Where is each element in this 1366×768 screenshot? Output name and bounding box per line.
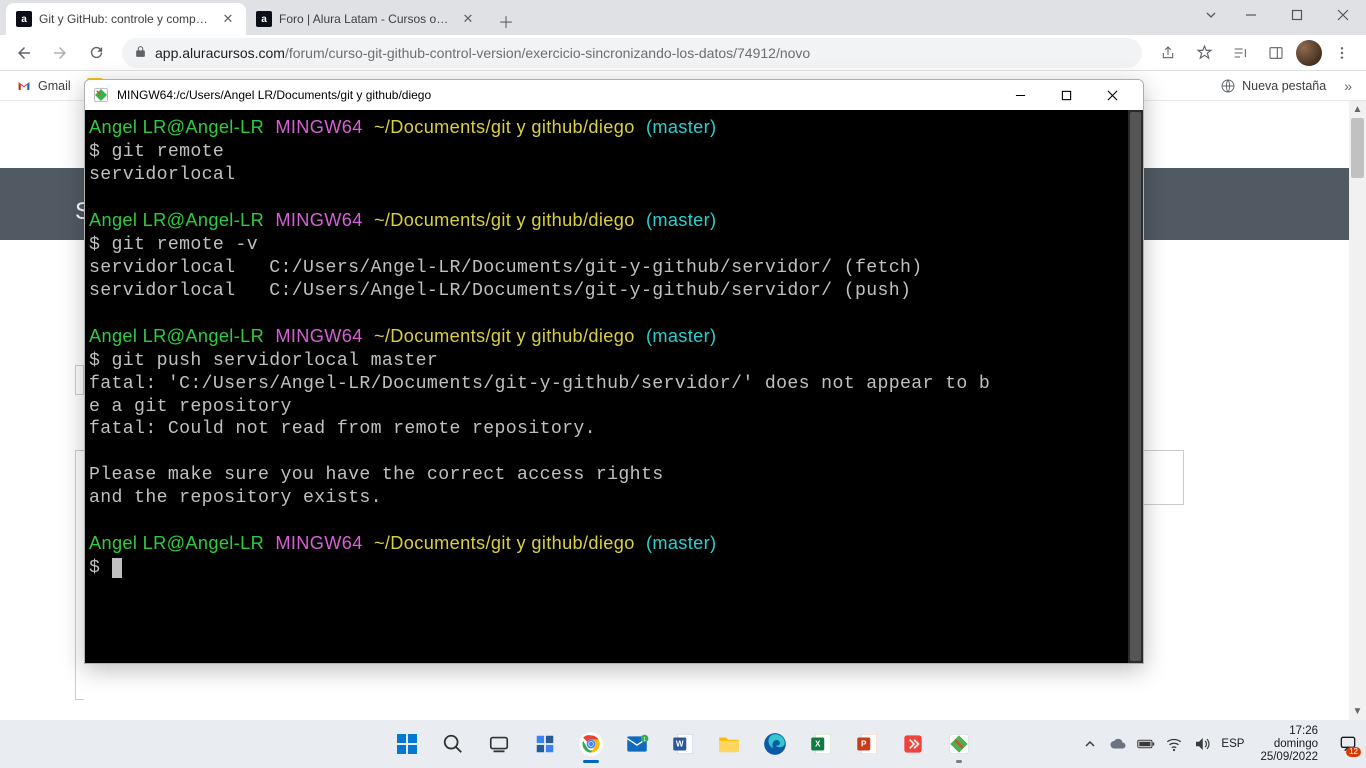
scroll-up-icon[interactable]: ▲ [1349,101,1366,118]
clock-day: domingo [1274,738,1318,751]
clock-date: 25/09/2022 [1260,751,1318,764]
taskbar-center: 1 W X P [386,720,980,768]
bookmark-label: Nueva pestaña [1242,79,1326,93]
chevron-right-icon: » [1344,78,1352,94]
favicon: a [16,11,32,27]
share-icon[interactable] [1152,37,1184,69]
svg-text:X: X [815,740,821,749]
taskbar: 1 W X P ESP 17:26 domingo [0,720,1366,768]
tab-title: Git y GitHub: controle y comparta [39,12,213,26]
reading-list-icon[interactable] [1224,37,1256,69]
notifications-button[interactable]: 12 [1334,730,1362,758]
git-bash-taskbar-icon[interactable] [938,723,980,765]
scroll-down-icon[interactable]: ▼ [1349,703,1366,720]
tab-2[interactable]: a Foro | Alura Latam - Cursos online ✕ [246,3,486,35]
window-controls [1194,0,1366,30]
terminal-scroll-thumb[interactable] [1130,112,1141,661]
gmail-icon [16,78,32,94]
terminal-maximize-button[interactable] [1043,80,1089,110]
search-button[interactable] [432,723,474,765]
page-fragment [75,450,84,700]
bookmarks-overflow[interactable]: » [1338,75,1358,97]
anydesk-taskbar-icon[interactable] [892,723,934,765]
chrome-taskbar-icon[interactable] [570,723,612,765]
excel-taskbar-icon[interactable]: X [800,723,842,765]
lock-icon [134,45,147,61]
side-panel-icon[interactable] [1260,37,1292,69]
bookmark-gmail[interactable]: Gmail [8,75,79,97]
terminal-title: MINGW64:/c/Users/Angel LR/Documents/git … [117,88,989,102]
tab-1[interactable]: a Git y GitHub: controle y comparta ✕ [6,3,246,35]
volume-icon[interactable] [1193,735,1211,753]
reload-button[interactable] [80,37,112,69]
task-view-button[interactable] [478,723,520,765]
url-text: app.aluracursos.com/forum/curso-git-gith… [155,45,1130,61]
tab-strip: a Git y GitHub: controle y comparta ✕ a … [0,0,1366,35]
start-button[interactable] [386,723,428,765]
clock[interactable]: 17:26 domingo 25/09/2022 [1260,725,1318,764]
svg-text:P: P [861,740,867,749]
tab-overflow-icon[interactable] [1194,0,1228,30]
edge-taskbar-icon[interactable] [754,723,796,765]
favicon: a [256,11,272,27]
browser-chrome: a Git y GitHub: controle y comparta ✕ a … [0,0,1366,71]
terminal-scrollbar[interactable] [1128,110,1143,663]
forward-button[interactable] [44,37,76,69]
address-bar: app.aluracursos.com/forum/curso-git-gith… [0,35,1366,71]
new-tab-button[interactable]: ＋ [492,7,520,35]
page-scrollbar[interactable]: ▲ ▼ [1349,101,1366,720]
globe-icon [1220,78,1236,94]
maximize-button[interactable] [1274,0,1320,30]
bookmark-label: Gmail [38,79,71,93]
powerpoint-taskbar-icon[interactable]: P [846,723,888,765]
close-button[interactable] [1320,0,1366,30]
onedrive-icon[interactable] [1109,735,1127,753]
minimize-button[interactable] [1228,0,1274,30]
terminal-window: MINGW64:/c/Users/Angel LR/Documents/git … [84,79,1144,664]
bookmark-new-tab[interactable]: Nueva pestaña [1212,75,1334,97]
page-fragment [1144,450,1184,505]
terminal-titlebar[interactable]: MINGW64:/c/Users/Angel LR/Documents/git … [85,80,1143,110]
svg-text:1: 1 [643,737,646,743]
page-fragment [75,365,84,395]
kebab-menu-icon[interactable] [1326,37,1358,69]
terminal-body[interactable]: Angel LR@Angel-LR MINGW64 ~/Documents/gi… [85,110,1143,663]
battery-icon[interactable] [1137,735,1155,753]
notification-badge: 12 [1346,747,1361,757]
scroll-thumb[interactable] [1351,118,1364,178]
widgets-button[interactable] [524,723,566,765]
terminal-close-button[interactable] [1089,80,1135,110]
tab-close-icon[interactable]: ✕ [220,11,236,27]
terminal-output: Angel LR@Angel-LR MINGW64 ~/Documents/gi… [85,110,1128,663]
system-tray: ESP 17:26 domingo 25/09/2022 12 [1081,720,1362,768]
back-button[interactable] [8,37,40,69]
terminal-window-controls [997,80,1135,110]
tray-overflow-icon[interactable] [1081,735,1099,753]
language-indicator[interactable]: ESP [1221,738,1244,750]
clock-time: 17:26 [1289,725,1318,738]
file-explorer-icon[interactable] [708,723,750,765]
terminal-minimize-button[interactable] [997,80,1043,110]
git-bash-icon [93,87,109,103]
mail-taskbar-icon[interactable]: 1 [616,723,658,765]
star-icon[interactable] [1188,37,1220,69]
tab-close-icon[interactable]: ✕ [460,11,476,27]
svg-text:W: W [676,740,684,749]
profile-avatar[interactable] [1296,40,1322,66]
wifi-icon[interactable] [1165,735,1183,753]
url-field[interactable]: app.aluracursos.com/forum/curso-git-gith… [122,38,1142,68]
word-taskbar-icon[interactable]: W [662,723,704,765]
tab-title: Foro | Alura Latam - Cursos online [279,12,453,26]
